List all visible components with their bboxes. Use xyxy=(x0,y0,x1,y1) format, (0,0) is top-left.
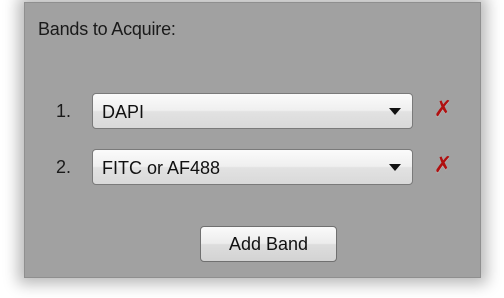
band-select-value: FITC or AF488 xyxy=(102,158,221,178)
band-number: 1. xyxy=(56,101,72,121)
remove-band-button[interactable]: ✗ xyxy=(432,96,454,124)
chevron-down-icon xyxy=(389,164,401,171)
band-select[interactable]: DAPI xyxy=(92,93,413,129)
band-select-value: DAPI xyxy=(102,102,145,122)
band-row: 1. DAPI ✗ xyxy=(25,93,480,131)
band-number: 2. xyxy=(56,157,72,177)
panel-title: Bands to Acquire: xyxy=(38,19,176,39)
band-row: 2. FITC or AF488 ✗ xyxy=(25,149,480,187)
bands-panel: Bands to Acquire: 1. DAPI ✗ 2. FITC or A… xyxy=(24,2,481,278)
stage: Bands to Acquire: 1. DAPI ✗ 2. FITC or A… xyxy=(0,0,504,298)
band-select[interactable]: FITC or AF488 xyxy=(92,149,413,185)
remove-band-button[interactable]: ✗ xyxy=(432,152,454,180)
chevron-down-icon xyxy=(389,108,401,115)
add-band-button[interactable]: Add Band xyxy=(200,226,337,262)
